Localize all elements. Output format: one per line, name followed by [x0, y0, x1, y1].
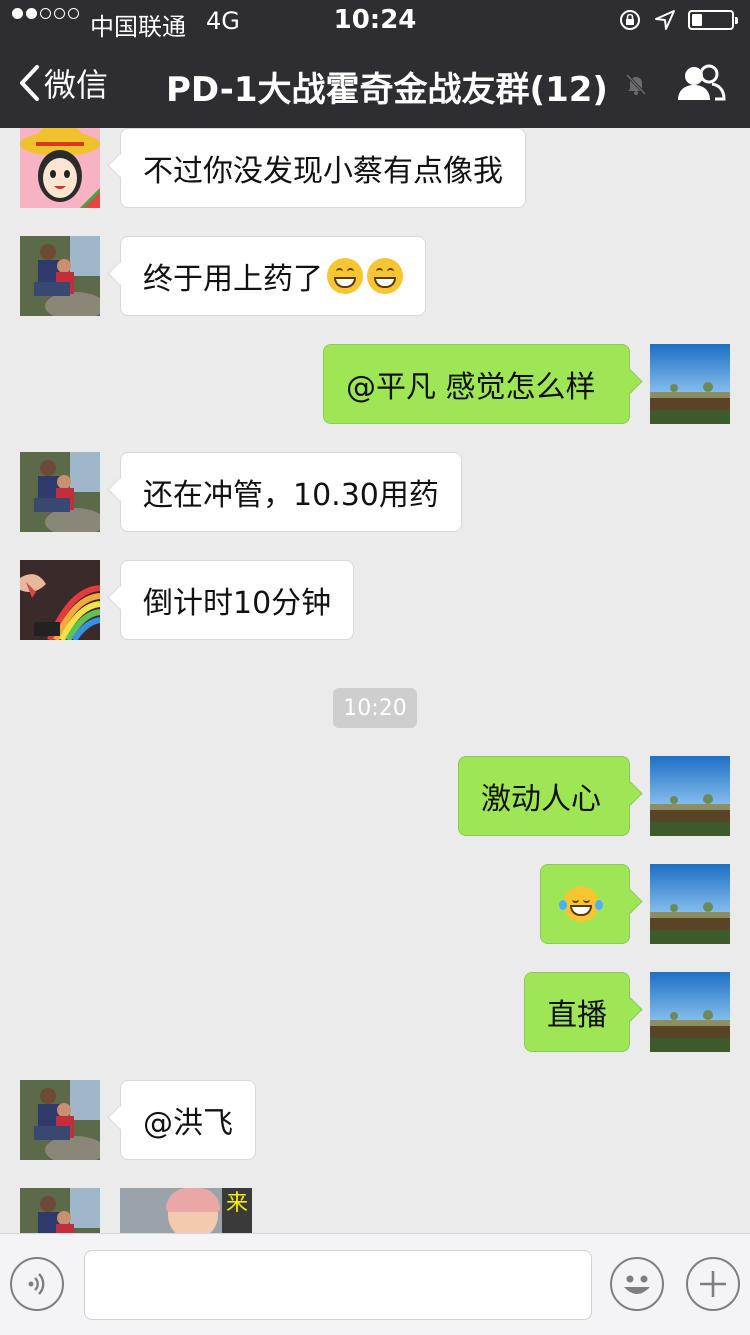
rotation-lock-icon: [620, 10, 640, 30]
message-text: 直播: [547, 998, 607, 1033]
more-button[interactable]: [686, 1257, 740, 1311]
message-text: @平凡 感觉怎么样: [346, 370, 596, 405]
status-bar: 中国联通 4G 10:24: [0, 0, 750, 41]
landscape-avatar: [650, 972, 730, 1052]
avatar[interactable]: [20, 1080, 100, 1160]
image-caption: 来: [222, 1188, 252, 1233]
avatar[interactable]: [20, 128, 100, 208]
mute-bell-icon: [625, 73, 647, 96]
message-bubble[interactable]: @平凡 感觉怎么样: [323, 344, 630, 424]
image-message[interactable]: 来: [120, 1188, 252, 1233]
battery-icon: [688, 10, 738, 30]
landscape-avatar: [650, 344, 730, 424]
grinning-face-icon: [367, 258, 403, 294]
message-bubble[interactable]: 终于用上药了: [120, 236, 426, 316]
avatar[interactable]: [20, 236, 100, 316]
message-bubble[interactable]: 不过你没发现小蔡有点像我: [120, 128, 526, 208]
landscape-avatar: [650, 864, 730, 944]
tears-of-joy-icon: [559, 886, 603, 922]
family-photo-avatar: [20, 1188, 100, 1233]
family-photo-avatar: [20, 452, 100, 532]
message-bubble[interactable]: 激动人心: [458, 756, 630, 836]
avatar[interactable]: [20, 452, 100, 532]
location-arrow-icon: [655, 10, 675, 30]
message-bubble[interactable]: 倒计时10分钟: [120, 560, 355, 640]
family-photo-avatar: [20, 1080, 100, 1160]
chat-area[interactable]: 不过你没发现小蔡有点像我 终于用上药了 @平凡 感觉怎么样 还在冲管，10.30…: [0, 128, 750, 1233]
message-input[interactable]: [84, 1250, 592, 1320]
back-label: 微信: [44, 66, 109, 104]
message-text: 倒计时10分钟: [143, 586, 332, 621]
group-members-icon[interactable]: [676, 64, 726, 104]
avatar[interactable]: [650, 756, 730, 836]
avatar[interactable]: [650, 344, 730, 424]
voice-button[interactable]: [10, 1257, 64, 1311]
cartoon-girl-avatar: [20, 128, 100, 208]
chevron-left-icon: [20, 65, 39, 101]
rainbow-hands-avatar: [20, 560, 100, 640]
top-bar: 中国联通 4G 10:24 微信 PD-1大战霍奇金战友群(12): [0, 0, 750, 128]
message-bubble[interactable]: @洪飞: [120, 1080, 256, 1160]
timestamp-divider: 10:20: [333, 688, 417, 728]
message-text: 终于用上药了: [143, 262, 323, 297]
back-button[interactable]: 微信: [18, 60, 108, 106]
message-bubble[interactable]: [540, 864, 630, 944]
nav-bar: 微信 PD-1大战霍奇金战友群(12): [0, 40, 750, 128]
message-text: 激动人心: [481, 782, 601, 817]
input-bar: [0, 1233, 750, 1335]
family-photo-avatar: [20, 236, 100, 316]
chat-title: PD-1大战霍奇金战友群(12): [166, 70, 608, 110]
avatar[interactable]: [650, 864, 730, 944]
avatar[interactable]: [650, 972, 730, 1052]
voice-wave-icon: [28, 1273, 45, 1295]
message-text: @洪飞: [143, 1106, 233, 1141]
message-text: 还在冲管，10.30用药: [143, 478, 439, 513]
message-bubble[interactable]: 还在冲管，10.30用药: [120, 452, 462, 532]
avatar[interactable]: [20, 560, 100, 640]
grinning-face-icon: [327, 258, 363, 294]
plus-icon: [700, 1271, 726, 1297]
message-text: 不过你没发现小蔡有点像我: [143, 154, 503, 189]
message-bubble[interactable]: 直播: [524, 972, 630, 1052]
smiley-icon: [624, 1275, 650, 1294]
emoji-button[interactable]: [610, 1257, 664, 1311]
landscape-avatar: [650, 756, 730, 836]
avatar[interactable]: [20, 1188, 100, 1233]
